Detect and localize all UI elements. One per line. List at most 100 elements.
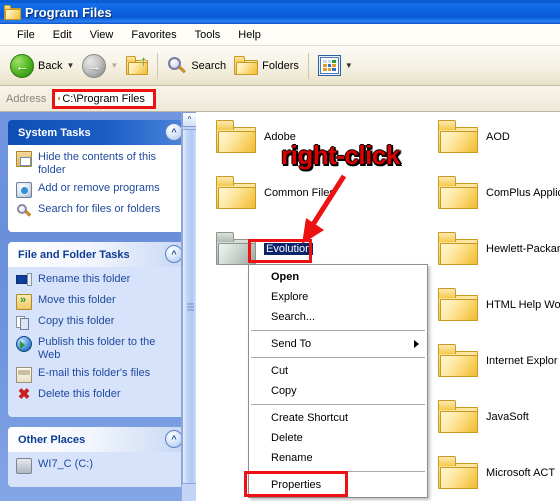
context-menu-item-label: Search...	[271, 311, 316, 323]
panel-header-file-folder-tasks[interactable]: File and Folder Tasks ^	[8, 242, 188, 267]
folders-label: Folders	[262, 59, 299, 72]
magnifier-icon	[167, 56, 187, 76]
sidebar-task-drive-c[interactable]: WI7_C (C:)	[16, 458, 180, 474]
menu-item-favorites[interactable]: Favorites	[122, 27, 185, 43]
file-item[interactable]: Microsoft ACT	[438, 456, 560, 489]
context-menu-item-create-shortcut[interactable]: Create Shortcut	[249, 408, 427, 428]
sidebar-task-search-files[interactable]: Search for files or folders	[16, 203, 180, 219]
sidebar-task-add-remove-programs[interactable]: Add or remove programs	[16, 182, 180, 198]
sidebar-task-delete-folder[interactable]: ✖ Delete this folder	[16, 387, 180, 404]
file-item-label: JavaSoft	[486, 410, 529, 423]
folder-icon	[438, 400, 478, 433]
file-item[interactable]: Internet Explor	[438, 344, 560, 377]
file-item[interactable]: AOD	[438, 120, 560, 153]
add-remove-programs-icon	[16, 182, 32, 198]
file-item[interactable]: JavaSoft	[438, 400, 560, 433]
rename-icon	[16, 273, 32, 289]
toolbar: ← Back ▼ → ▼ ↑ Search Folders ▼	[0, 46, 560, 86]
red-arrow-icon	[302, 174, 347, 244]
panel-body-other-places: WI7_C (C:)	[8, 452, 188, 487]
menu-item-view[interactable]: View	[81, 27, 123, 43]
title-bar: Program Files	[0, 0, 560, 24]
forward-dropdown-caret: ▼	[110, 61, 119, 70]
context-menu-item-explore[interactable]: Explore	[249, 287, 427, 307]
scroll-up-icon[interactable]: ^	[182, 112, 196, 127]
sidebar-task-rename-folder[interactable]: Rename this folder	[16, 273, 180, 289]
context-menu-item-label: Properties	[271, 479, 322, 491]
folder-icon	[216, 176, 256, 209]
context-menu-item-search[interactable]: Search...	[249, 307, 427, 327]
folders-button[interactable]: Folders	[230, 49, 303, 83]
sidebar-task-publish-web[interactable]: Publish this folder to the Web	[16, 336, 180, 362]
context-menu-item-delete[interactable]: Delete	[249, 428, 427, 448]
context-menu-item-cut[interactable]: Cut	[249, 361, 427, 381]
sidebar-scrollbar[interactable]: ^	[181, 112, 196, 501]
search-label: Search	[191, 59, 227, 72]
back-dropdown-caret[interactable]: ▼	[66, 61, 74, 70]
folder-icon	[438, 120, 478, 153]
scrollbar-thumb[interactable]	[182, 129, 196, 484]
sidebar-task-label: Copy this folder	[38, 315, 115, 327]
menu-item-edit[interactable]: Edit	[44, 27, 81, 43]
file-item-label: AOD	[486, 130, 510, 143]
folder-icon	[216, 232, 256, 265]
panel-header-system-tasks[interactable]: System Tasks ^	[8, 120, 188, 145]
folder-icon	[438, 344, 478, 377]
toolbar-separator-2	[307, 52, 309, 79]
sidebar-task-label: Publish this folder to the Web	[38, 336, 156, 361]
back-button[interactable]: ← Back ▼	[6, 49, 78, 83]
context-menu-item-rename[interactable]: Rename	[249, 448, 427, 468]
sidebar-task-move-folder[interactable]: Move this folder	[16, 294, 180, 310]
folder-icon	[438, 288, 478, 321]
menu-item-file[interactable]: File	[8, 27, 44, 43]
copy-icon	[16, 315, 32, 331]
context-menu-item-label: Create Shortcut	[271, 412, 349, 424]
window-folder-icon	[4, 4, 21, 20]
context-menu-item-properties[interactable]: Properties	[244, 471, 427, 497]
search-icon	[16, 203, 32, 219]
file-item-label: Microsoft ACT	[486, 466, 556, 479]
explorer-window: Program Files File Edit View Favorites T…	[0, 0, 560, 501]
sidebar-task-hide-contents[interactable]: Hide the contents of this folder	[16, 151, 180, 177]
address-input[interactable]: C:\Program Files	[52, 88, 156, 109]
sidebar-panel-other-places: Other Places ^ WI7_C (C:)	[8, 427, 188, 487]
context-menu-item-label: Cut	[271, 365, 289, 377]
publish-web-icon	[16, 336, 32, 352]
file-item[interactable]: Hewlett-Packar	[438, 232, 560, 265]
scrollbar-grip	[187, 303, 194, 310]
context-menu-item-send-to[interactable]: Send To	[249, 334, 427, 354]
context-menu-separator	[251, 471, 425, 472]
views-dropdown-caret[interactable]: ▼	[345, 61, 353, 70]
context-menu-separator	[251, 404, 425, 405]
context-menu-item-open[interactable]: Open	[249, 267, 427, 287]
up-one-level-button[interactable]: ↑	[122, 49, 152, 83]
menu-bar: File Edit View Favorites Tools Help	[0, 24, 560, 46]
forward-button[interactable]: → ▼	[78, 49, 122, 83]
sidebar-task-label: Move this folder	[38, 294, 116, 306]
views-button[interactable]: ▼	[314, 49, 357, 83]
panel-title-system-tasks: System Tasks	[18, 126, 91, 139]
back-label: Back	[38, 59, 63, 72]
file-item-label: ComPlus Applic	[486, 186, 560, 199]
menu-item-tools[interactable]: Tools	[186, 27, 230, 43]
context-menu-separator	[251, 357, 425, 358]
views-button-frame	[317, 55, 341, 76]
menu-item-help[interactable]: Help	[229, 27, 270, 43]
panel-body-system-tasks: Hide the contents of this folder Add or …	[8, 145, 188, 232]
sidebar-task-email-files[interactable]: E-mail this folder's files	[16, 367, 180, 383]
views-icon	[319, 57, 339, 74]
sidebar-task-copy-folder[interactable]: Copy this folder	[16, 315, 180, 331]
folder-icon	[438, 456, 478, 489]
up-one-level-icon: ↑	[126, 54, 149, 75]
sidebar-task-label: Delete this folder	[38, 388, 121, 400]
file-item[interactable]: HTML Help Wor	[438, 288, 560, 321]
panel-body-file-folder-tasks: Rename this folder Move this folder Copy…	[8, 267, 188, 417]
drive-icon	[16, 458, 32, 474]
panel-header-other-places[interactable]: Other Places ^	[8, 427, 188, 452]
folders-icon	[234, 56, 259, 75]
file-item[interactable]: ComPlus Applic	[438, 176, 560, 209]
search-button[interactable]: Search	[163, 49, 230, 83]
file-list-pane[interactable]: Adobe Common Files Evolution AOD ComPlus App…	[196, 112, 560, 501]
context-menu[interactable]: Open Explore Search... Send To Cut Copy Create…	[244, 264, 428, 498]
context-menu-item-copy[interactable]: Copy	[249, 381, 427, 401]
